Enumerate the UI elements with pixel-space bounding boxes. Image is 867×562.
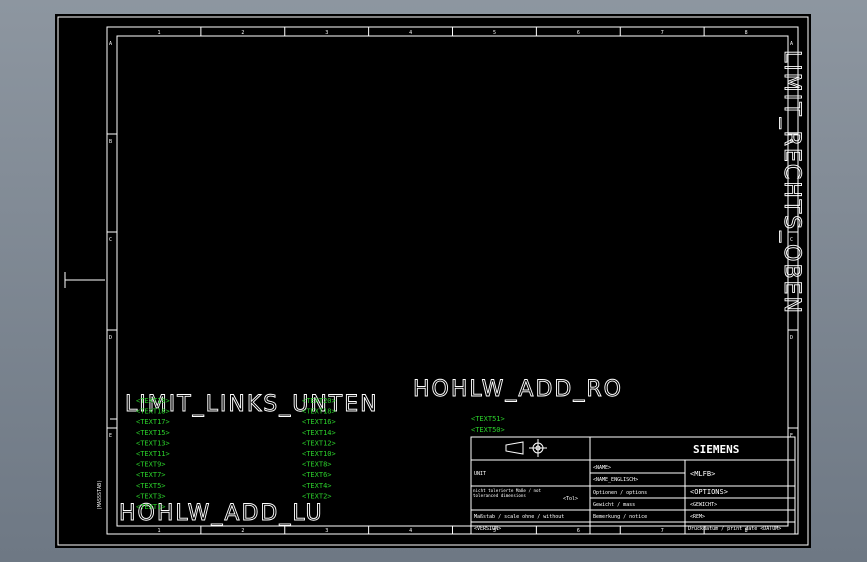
column-label-top: 1 bbox=[157, 30, 160, 36]
column-label-top: 7 bbox=[661, 30, 664, 36]
hohlw-add-ro-text: HOHLW_ADD_RO bbox=[413, 377, 623, 402]
version-field: <VERSION> bbox=[474, 526, 501, 532]
row-label-left: D bbox=[109, 335, 112, 341]
column-label-top: 2 bbox=[241, 30, 244, 36]
text-placeholder-left: <TEXT5> bbox=[136, 482, 166, 490]
text-placeholder-right: <TEXT20> bbox=[302, 397, 336, 405]
outer-border bbox=[57, 16, 809, 546]
text-placeholder-left: <TEXT17> bbox=[136, 418, 170, 426]
text-51: <TEXT51> bbox=[471, 415, 505, 423]
text-placeholder-left: <TEXT3> bbox=[136, 492, 166, 500]
unit-label: UNIT bbox=[474, 471, 486, 477]
column-label-top: 3 bbox=[325, 30, 328, 36]
mlfb-field: <MLFB> bbox=[690, 470, 715, 478]
row-label-left: A bbox=[109, 41, 112, 47]
column-label-bottom: 4 bbox=[409, 528, 412, 534]
row-label-left: C bbox=[109, 237, 112, 243]
title-block: SIEMENS UNIT <NAME> <NAME_ENGLISCH> <MLF… bbox=[470, 436, 796, 535]
text-placeholder-right: <TEXT16> bbox=[302, 418, 336, 426]
text-placeholder-left: <TEXT11> bbox=[136, 450, 170, 458]
weight-value: <GEWICHT> bbox=[690, 502, 717, 508]
text-placeholder-right: <TEXT6> bbox=[302, 471, 332, 479]
tolerance-value: <Tol> bbox=[563, 496, 578, 502]
drawing-frame: (MASSSTAB) bbox=[57, 16, 809, 546]
side-label: (MASSSTAB) bbox=[97, 480, 103, 510]
text-placeholder-right: <TEXT4> bbox=[302, 482, 332, 490]
text-placeholder-right: <TEXT12> bbox=[302, 439, 336, 447]
print-date-field: Druckdatum / print date <DATUM> bbox=[688, 526, 781, 532]
column-label-top: 5 bbox=[493, 30, 496, 36]
name-english-field: <NAME_ENGLISCH> bbox=[593, 477, 638, 483]
remark-label: Bemerkung / notice bbox=[593, 514, 647, 520]
inner-border bbox=[116, 35, 789, 527]
siemens-logo: SIEMENS bbox=[693, 443, 739, 456]
text-placeholder-right: <TEXT18> bbox=[302, 408, 336, 416]
row-label-right: D bbox=[790, 335, 793, 341]
row-label-left: B bbox=[109, 139, 112, 145]
drawing-sheet: (MASSSTAB) 1122334455667788 AABBCCDDEE L… bbox=[55, 14, 811, 548]
limit-rechts-oben-text: LIMIT_RECHTS_OBEN bbox=[779, 50, 804, 315]
row-label-right: A bbox=[790, 41, 793, 47]
column-label-bottom: 7 bbox=[661, 528, 664, 534]
text-placeholder-left: <TEXT9> bbox=[136, 461, 166, 469]
projection-symbol-icon bbox=[505, 439, 547, 457]
weight-label: Gewicht / mass bbox=[593, 502, 635, 508]
column-label-top: 6 bbox=[577, 30, 580, 36]
text-column-left: <TEXT19> <TEXT18> <TEXT17> <TEXT15> <TEXT13>… bbox=[136, 397, 170, 511]
column-label-top: 8 bbox=[745, 30, 748, 36]
column-ticks: 1122334455667788 bbox=[157, 27, 748, 534]
column-label-top: 4 bbox=[409, 30, 412, 36]
options-label: Optionen / options bbox=[593, 490, 647, 496]
text-column-right: <TEXT20> <TEXT18> <TEXT16> <TEXT14> <TEXT12>… bbox=[302, 397, 336, 500]
remark-value: <REM> bbox=[690, 514, 705, 520]
text-placeholder-right: <TEXT2> bbox=[302, 492, 332, 500]
text-placeholder-left: <TEXT19> bbox=[136, 397, 170, 405]
column-label-bottom: 2 bbox=[241, 528, 244, 534]
column-label-bottom: 6 bbox=[577, 528, 580, 534]
text-placeholder-left: <TEXT7> bbox=[136, 471, 166, 479]
column-label-bottom: 3 bbox=[325, 528, 328, 534]
options-value: <OPTIONS> bbox=[690, 488, 728, 496]
text-placeholder-left: <TEXT15> bbox=[136, 429, 170, 437]
text-50: <TEXT50> bbox=[471, 426, 505, 434]
row-label-left: E bbox=[109, 433, 112, 439]
text-placeholder-right: <TEXT14> bbox=[302, 429, 336, 437]
zone-border bbox=[106, 26, 799, 535]
text-placeholder-right: <TEXT10> bbox=[302, 450, 336, 458]
name-field: <NAME> bbox=[593, 465, 611, 471]
text-placeholder-left: <TEXT1> bbox=[136, 503, 166, 511]
text-placeholder-right: <TEXT8> bbox=[302, 461, 332, 469]
row-label-right: E bbox=[790, 433, 793, 439]
scale-label: Maßstab / scale ohne / without bbox=[474, 514, 564, 520]
text-placeholder-left: <TEXT13> bbox=[136, 439, 170, 447]
text-placeholder-left: <TEXT18> bbox=[136, 408, 170, 416]
column-label-bottom: 1 bbox=[157, 528, 160, 534]
tolerance-label: nicht tolerierte Maße / not toleranced d… bbox=[473, 488, 542, 498]
